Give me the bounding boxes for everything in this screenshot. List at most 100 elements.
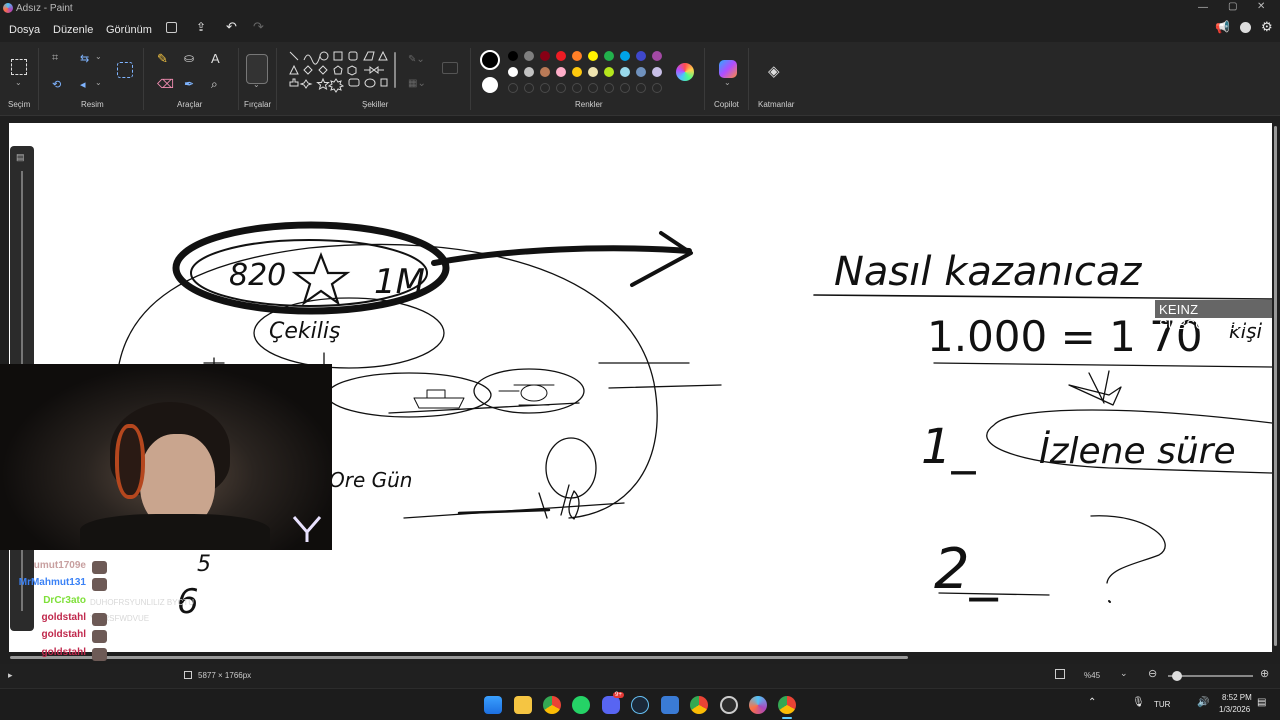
chrome-icon[interactable]	[543, 696, 561, 714]
tray-chevron-icon[interactable]: ⌃	[1088, 697, 1096, 708]
clock-date[interactable]: 1/3/2026	[1219, 705, 1250, 714]
share-icon[interactable]: ⇪	[196, 20, 206, 34]
copilot-icon[interactable]	[719, 60, 737, 78]
paint-taskbar-icon[interactable]	[749, 696, 767, 714]
menu-view[interactable]: Görünüm	[106, 24, 152, 36]
layers-icon[interactable]: ◈	[768, 62, 780, 80]
layers-group-label[interactable]: Katmanlar	[758, 100, 794, 109]
custom-color-slot[interactable]	[524, 83, 534, 93]
custom-color-slot[interactable]	[652, 83, 662, 93]
pencil-icon[interactable]: ✎	[157, 51, 168, 67]
language-indicator[interactable]: TUR	[1154, 700, 1170, 709]
custom-color-slot[interactable]	[556, 83, 566, 93]
shape-outline-icon[interactable]: ✎⌄	[408, 54, 425, 65]
close-button[interactable]: ✕	[1257, 1, 1265, 12]
eraser-icon[interactable]: ⌫	[157, 77, 174, 91]
select-rectangle-icon[interactable]	[11, 59, 27, 75]
shapes-scrollbar[interactable]	[394, 52, 396, 88]
color-swatch[interactable]	[620, 67, 630, 77]
account-icon[interactable]	[1240, 22, 1251, 33]
color-swatch[interactable]	[636, 67, 646, 77]
resize-icon[interactable]: ⇆	[80, 52, 89, 65]
clock-time[interactable]: 8:52 PM	[1222, 693, 1252, 702]
maximize-button[interactable]: ▢	[1228, 1, 1237, 12]
primary-color-swatch[interactable]	[480, 50, 500, 70]
notification-icon[interactable]: ▤	[1257, 697, 1266, 708]
secondary-color-swatch[interactable]	[482, 77, 498, 93]
horizontal-scrollbar[interactable]	[10, 656, 908, 659]
settings-gear-icon[interactable]: ⚙	[1261, 19, 1273, 35]
background-remove-icon[interactable]	[117, 62, 133, 78]
color-swatch[interactable]	[652, 51, 662, 61]
chrome-active-icon[interactable]	[778, 696, 796, 714]
image-dropdown-icon[interactable]: ⌄	[95, 52, 102, 61]
custom-color-slot[interactable]	[508, 83, 518, 93]
shapes-gallery[interactable]	[286, 48, 396, 100]
undo-icon[interactable]: ↶	[226, 19, 237, 35]
color-swatch[interactable]	[620, 51, 630, 61]
app-icon-6[interactable]	[661, 696, 679, 714]
color-swatch[interactable]	[540, 51, 550, 61]
menu-edit[interactable]: Düzenle	[53, 24, 93, 36]
save-icon[interactable]	[166, 22, 177, 33]
volume-icon[interactable]: 🔊	[1197, 697, 1209, 708]
color-swatch[interactable]	[572, 51, 582, 61]
magnifier-icon[interactable]: ⌕	[211, 77, 218, 92]
fill-bucket-icon[interactable]: ⛀	[184, 51, 194, 65]
copilot-group-label[interactable]: Copilot	[714, 100, 739, 109]
color-swatch[interactable]	[588, 51, 598, 61]
color-swatch[interactable]	[652, 67, 662, 77]
steam-icon[interactable]	[631, 696, 649, 714]
rotate-icon[interactable]: ⟲	[52, 78, 61, 91]
side-panel-icon[interactable]: ▤	[16, 152, 25, 163]
custom-color-slot[interactable]	[572, 83, 582, 93]
color-swatch[interactable]	[508, 51, 518, 61]
windows-start-icon[interactable]	[484, 696, 502, 714]
color-swatch[interactable]	[588, 67, 598, 77]
redo-icon[interactable]: ↷	[253, 19, 264, 35]
custom-color-slot[interactable]	[620, 83, 630, 93]
zoom-value[interactable]: %45	[1084, 671, 1100, 680]
obs-icon[interactable]	[720, 696, 738, 714]
file-explorer-icon[interactable]	[514, 696, 532, 714]
chrome-profile-icon[interactable]	[690, 696, 708, 714]
copilot-dropdown-icon[interactable]: ⌄	[724, 78, 731, 87]
zoom-slider-thumb[interactable]	[1172, 671, 1182, 681]
flip-icon[interactable]: ◂	[80, 78, 86, 91]
microphone-icon[interactable]: 🎙	[1132, 697, 1145, 708]
zoom-out-icon[interactable]: ⊖	[1148, 667, 1157, 680]
color-swatch[interactable]	[604, 67, 614, 77]
color-swatch[interactable]	[556, 51, 566, 61]
color-swatch[interactable]	[508, 67, 518, 77]
custom-color-slot[interactable]	[540, 83, 550, 93]
custom-color-slot[interactable]	[588, 83, 598, 93]
zoom-dropdown-icon[interactable]: ⌄	[1120, 668, 1128, 679]
crop-icon[interactable]: ⌗	[52, 52, 58, 65]
vertical-scrollbar[interactable]	[1274, 126, 1277, 646]
menu-file[interactable]: Dosya	[9, 24, 40, 36]
brush-dropdown-icon[interactable]: ⌄	[253, 80, 260, 89]
zoom-in-icon[interactable]: ⊕	[1260, 667, 1269, 680]
selection-chevron-icon[interactable]: ⌄	[15, 78, 22, 87]
announcement-icon[interactable]: 📢	[1215, 20, 1230, 34]
color-swatch[interactable]	[524, 67, 534, 77]
color-swatch[interactable]	[556, 67, 566, 77]
color-swatch[interactable]	[604, 51, 614, 61]
fit-to-window-icon[interactable]	[1055, 669, 1065, 679]
image-dropdown2-icon[interactable]: ⌄	[95, 78, 102, 87]
edit-colors-icon[interactable]	[676, 63, 694, 81]
color-picker-icon[interactable]: ✒	[184, 77, 194, 91]
line-width-icon[interactable]	[442, 62, 458, 74]
discord-icon[interactable]	[602, 696, 620, 714]
custom-color-slot[interactable]	[636, 83, 646, 93]
whatsapp-icon[interactable]	[572, 696, 590, 714]
color-swatch[interactable]	[636, 51, 646, 61]
text-tool-icon[interactable]: A	[211, 51, 220, 66]
paint-app-icon	[3, 3, 13, 13]
minimize-button[interactable]: —	[1198, 2, 1208, 13]
color-swatch[interactable]	[572, 67, 582, 77]
custom-color-slot[interactable]	[604, 83, 614, 93]
color-swatch[interactable]	[524, 51, 534, 61]
shape-fill-icon[interactable]: ▦⌄	[408, 78, 426, 89]
color-swatch[interactable]	[540, 67, 550, 77]
